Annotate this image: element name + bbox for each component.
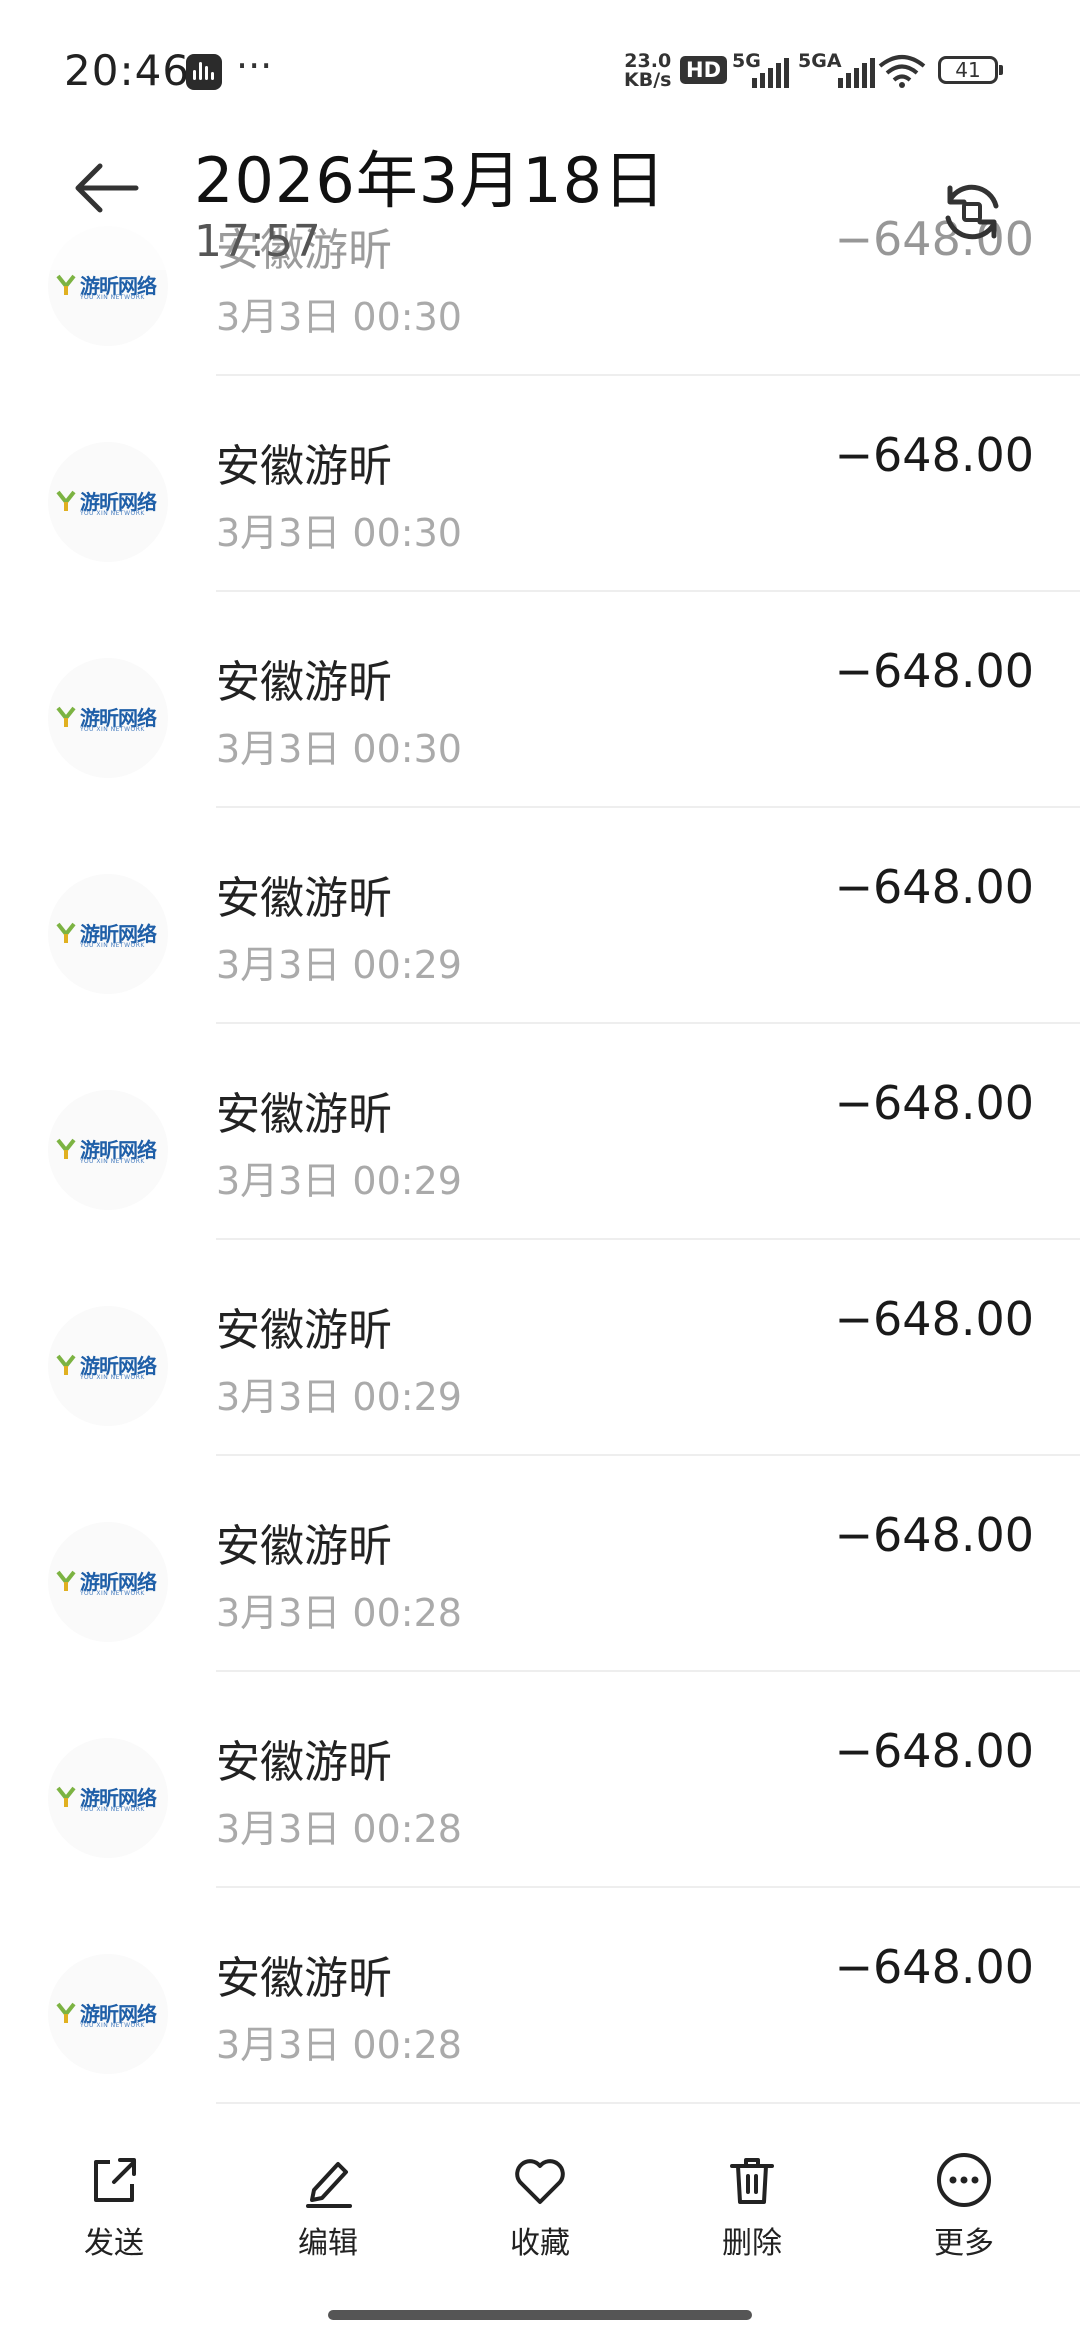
back-arrow-icon[interactable] — [70, 150, 146, 226]
merchant-name: 安徽游昕 — [216, 1521, 392, 1572]
merchant-name: 安徽游昕 — [216, 657, 392, 708]
transaction-date: 3月3日 00:28 — [216, 1591, 462, 1635]
merchant-name: 安徽游昕 — [216, 1737, 392, 1788]
merchant-logo: 游昕网络 YOU XIN NETWORK — [48, 1954, 168, 2074]
send-button[interactable]: 发送 — [44, 2150, 184, 2300]
merchant-logo-subtext: YOU XIN NETWORK — [80, 726, 145, 733]
overflow-dots: ··· — [236, 44, 273, 88]
status-time: 20:46 — [64, 46, 191, 95]
battery-icon: 41 — [938, 56, 1003, 84]
merchant-logo-subtext: YOU XIN NETWORK — [80, 1374, 145, 1381]
merchant-logo: 游昕网络 YOU XIN NETWORK — [48, 1306, 168, 1426]
home-indicator[interactable] — [328, 2310, 752, 2320]
merchant-logo-mark-icon — [56, 706, 76, 727]
merchant-logo-subtext: YOU XIN NETWORK — [80, 294, 145, 301]
transaction-row[interactable]: 游昕网络 YOU XIN NETWORK 安徽游昕 3月3日 00:29 −648.00 — [0, 1240, 1080, 1456]
more-icon — [937, 2153, 991, 2207]
transaction-amount: −648.00 — [834, 1508, 1035, 1562]
signal2-label: 5GA — [798, 50, 842, 72]
merchant-logo-mark-icon — [56, 1570, 76, 1591]
signal2-bars-icon — [838, 58, 875, 88]
merchant-logo-mark-icon — [56, 490, 76, 511]
transaction-date: 3月3日 00:29 — [216, 943, 462, 987]
edit-label: 编辑 — [298, 2226, 358, 2261]
merchant-logo-subtext: YOU XIN NETWORK — [80, 942, 145, 949]
transaction-date: 3月3日 00:29 — [216, 1375, 462, 1419]
transaction-amount: −648.00 — [834, 428, 1035, 482]
merchant-logo-subtext: YOU XIN NETWORK — [80, 1590, 145, 1597]
merchant-logo-mark-icon — [56, 2002, 76, 2023]
merchant-name: 安徽游昕 — [216, 1305, 392, 1356]
merchant-logo: 游昕网络 YOU XIN NETWORK — [48, 1522, 168, 1642]
transaction-amount: −648.00 — [834, 1076, 1035, 1130]
merchant-name: 安徽游昕 — [216, 1953, 392, 2004]
page-title: 2026年3月18日 — [194, 144, 667, 217]
sound-recorder-icon — [186, 54, 222, 90]
heart-icon — [515, 2159, 565, 2204]
hd-badge: HD — [680, 56, 728, 84]
bottom-toolbar: 发送 编辑 收藏 删除 更多 — [0, 2130, 1080, 2339]
merchant-logo: 游昕网络 YOU XIN NETWORK — [48, 658, 168, 778]
network-speed: 23.0 KB/s — [624, 50, 672, 91]
transaction-row[interactable]: 游昕网络 YOU XIN NETWORK 安徽游昕 3月3日 00:29 −648.00 — [0, 808, 1080, 1024]
merchant-logo-mark-icon — [56, 1354, 76, 1375]
merchant-logo-mark-icon — [56, 1138, 76, 1159]
transaction-date: 3月3日 00:30 — [216, 727, 462, 771]
transaction-row[interactable]: 游昕网络 YOU XIN NETWORK 安徽游昕 3月3日 00:28 −648.00 — [0, 1888, 1080, 2104]
merchant-logo-mark-icon — [56, 922, 76, 943]
transaction-row[interactable]: 游昕网络YOU XIN NETWORK 安徽游昕 3月3日 00:30 −648.00 — [0, 376, 1080, 592]
wifi-icon — [878, 55, 926, 88]
transaction-row[interactable]: 游昕网络 YOU XIN NETWORK 安徽游昕 3月3日 00:28 −648.00 — [0, 1456, 1080, 1672]
merchant-logo: 游昕网络 YOU XIN NETWORK — [48, 1090, 168, 1210]
status-bar: 20:46 ··· 23.0 KB/s HD 5G 5GA 41 — [0, 0, 1080, 140]
transaction-amount: −648.00 — [834, 1940, 1035, 1994]
transaction-row[interactable]: 游昕网络YOU XIN NETWORK 安徽游昕 3月3日 00:30 −648.00 — [0, 592, 1080, 808]
edit-button[interactable]: 编辑 — [258, 2150, 398, 2300]
merchant-logo-subtext: YOU XIN NETWORK — [80, 1158, 145, 1165]
more-label: 更多 — [934, 2226, 994, 2261]
send-label: 发送 — [84, 2226, 144, 2261]
merchant-logo: 游昕网络 YOU XIN NETWORK — [48, 1738, 168, 1858]
transaction-date: 3月3日 00:28 — [216, 2023, 462, 2067]
signal1-bars-icon — [752, 58, 789, 88]
merchant-logo-mark-icon — [56, 1786, 76, 1807]
transaction-amount: −648.00 — [834, 860, 1035, 914]
more-button[interactable]: 更多 — [894, 2150, 1034, 2300]
row-divider — [216, 2102, 1080, 2104]
merchant-name: 安徽游昕 — [216, 1089, 392, 1140]
transaction-date: 3月3日 00:30 — [216, 511, 462, 555]
delete-label: 删除 — [722, 2226, 782, 2261]
transaction-row[interactable]: 游昕网络 YOU XIN NETWORK 安徽游昕 3月3日 00:29 −648.00 — [0, 1024, 1080, 1240]
trash-icon — [730, 2158, 774, 2204]
favorite-button[interactable]: 收藏 — [470, 2150, 610, 2300]
merchant-logo: 游昕网络 YOU XIN NETWORK — [48, 442, 168, 562]
delete-button[interactable]: 删除 — [682, 2150, 822, 2300]
merchant-logo-mark-icon — [56, 274, 76, 295]
merchant-logo-subtext: YOU XIN NETWORK — [80, 2022, 145, 2029]
pencil-icon — [306, 2162, 352, 2208]
merchant-logo-subtext: YOU XIN NETWORK — [80, 1806, 145, 1813]
merchant-logo: 游昕网络 YOU XIN NETWORK — [48, 874, 168, 994]
sync-icon[interactable] — [936, 176, 1008, 248]
share-icon — [94, 2158, 136, 2202]
transaction-amount: −648.00 — [834, 1724, 1035, 1778]
merchant-name: 安徽游昕 — [216, 873, 392, 924]
page-subtitle: 17:57 — [194, 216, 321, 267]
favorite-label: 收藏 — [510, 2226, 570, 2261]
transaction-amount: −648.00 — [834, 644, 1035, 698]
transaction-date: 3月3日 00:30 — [216, 295, 462, 339]
transaction-amount: −648.00 — [834, 1292, 1035, 1346]
merchant-name: 安徽游昕 — [216, 441, 392, 492]
transaction-date: 3月3日 00:29 — [216, 1159, 462, 1203]
merchant-logo-subtext: YOU XIN NETWORK — [80, 510, 145, 517]
transaction-row[interactable]: 游昕网络 YOU XIN NETWORK 安徽游昕 3月3日 00:28 −648.00 — [0, 1672, 1080, 1888]
transaction-date: 3月3日 00:28 — [216, 1807, 462, 1851]
